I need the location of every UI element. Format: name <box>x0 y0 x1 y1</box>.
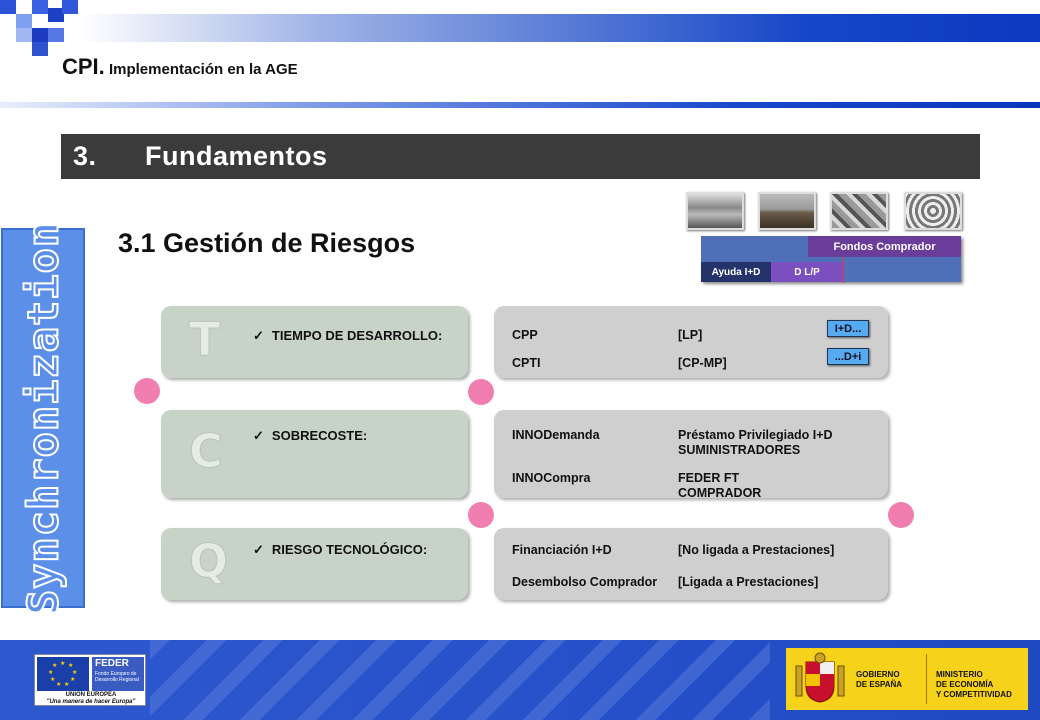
header-title: CPI. Implementación en la AGE <box>62 54 298 80</box>
risk-check-quality: ✓ RIESGO TECNOLÓGICO: <box>253 542 427 558</box>
connector-dot <box>468 502 494 528</box>
photo-building <box>686 192 744 230</box>
ministerio-line-3: Y COMPETITIVIDAD <box>936 690 1012 699</box>
gobierno-logo: GOBIERNO DE ESPAÑA MINISTERIO DE ECONOMÍ… <box>786 648 1028 710</box>
eu-flag-icon: ★ ★ ★ ★ ★ ★ ★ ★ ★ <box>37 657 89 691</box>
synchronization-sidebar: Synchronization <box>1 220 85 616</box>
section-title: Fundamentos <box>145 141 328 171</box>
eu-union-label: UNIÓN EUROPEA <box>65 692 117 698</box>
gobierno-divider <box>926 654 927 704</box>
eu-feder-logo: ★ ★ ★ ★ ★ ★ ★ ★ ★ FEDER Fondo Europeo de… <box>34 654 146 706</box>
detail-value: [CP-MP] <box>678 356 727 370</box>
risk-check-time: ✓ TIEMPO DE DESARROLLO: <box>253 328 442 344</box>
detail-name: CPP <box>512 328 538 342</box>
detail-name: INNOCompra <box>512 471 591 485</box>
header-title-small: Implementación en la AGE <box>108 61 298 78</box>
gobierno-line-1: GOBIERNO <box>856 670 900 679</box>
detail-name: CPTI <box>512 356 541 370</box>
photo-machinery <box>830 192 888 230</box>
checkmark-icon: ✓ <box>253 328 264 343</box>
photo-structure <box>904 192 962 230</box>
section-bar: 3. Fundamentos <box>61 134 980 179</box>
detail-value: [No ligada a Prestaciones] <box>678 543 835 557</box>
risk-letter-t: T <box>188 312 221 367</box>
funding-marker <box>843 257 844 283</box>
risk-card-quality: Q ✓ RIESGO TECNOLÓGICO: <box>161 528 468 600</box>
funding-dlp-label: D L/P <box>771 262 843 282</box>
detail-value: Préstamo Privilegiado I+D <box>678 428 833 442</box>
risk-check-label: TIEMPO DE DESARROLLO: <box>271 328 443 343</box>
detail-name: Financiación I+D <box>512 543 612 557</box>
footer-pattern <box>150 640 770 720</box>
synchronization-label: Synchronization <box>18 220 69 616</box>
slide: CPI. Implementación en la AGE 3. Fundame… <box>0 0 1040 720</box>
risk-card-time: T ✓ TIEMPO DE DESARROLLO: <box>161 306 468 378</box>
checkmark-icon: ✓ <box>253 428 264 443</box>
photo-observatory <box>758 192 816 230</box>
feder-title: FEDER <box>95 658 129 669</box>
risk-check-label: RIESGO TECNOLÓGICO: <box>271 542 428 557</box>
detail-card-quality: Financiación I+D [No ligada a Prestacion… <box>494 528 888 600</box>
detail-value-2: SUMINISTRADORES <box>678 443 801 457</box>
ministerio-line-2: DE ECONOMÍA <box>936 680 994 689</box>
feder-subtitle: Fondo Europeo de Desarrollo Regional <box>95 671 139 683</box>
detail-value-2: COMPRADOR <box>678 486 762 500</box>
detail-value: FEDER FT <box>678 471 740 485</box>
detail-card-time: CPP [LP] CPTI [CP-MP] <box>494 306 888 378</box>
eu-motto: "Una manera de hacer Europa" <box>46 699 136 705</box>
header-divider <box>0 102 1040 108</box>
gobierno-line-2: DE ESPAÑA <box>856 680 903 689</box>
tag-d-i: ...D+i <box>827 348 869 365</box>
connector-dot <box>468 379 494 405</box>
connector-dot <box>134 378 160 404</box>
detail-name: Desembolso Comprador <box>512 575 658 589</box>
risk-check-cost: ✓ SOBRECOSTE: <box>253 428 367 444</box>
spain-coat-of-arms-icon <box>794 652 846 706</box>
detail-value: [Ligada a Prestaciones] <box>678 575 819 589</box>
ministerio-line-1: MINISTERIO <box>936 670 983 679</box>
risk-check-label: SOBRECOSTE: <box>271 428 368 443</box>
funding-comprador-label: Fondos Comprador <box>808 236 961 257</box>
connector-dot <box>888 502 914 528</box>
risk-letter-c: C <box>189 424 224 479</box>
risk-letter-q: Q <box>188 534 229 589</box>
section-number: 3. <box>73 141 97 171</box>
header-title-big: CPI. <box>62 54 105 79</box>
funding-chart: Fondos Comprador Ayuda I+D D L/P <box>701 236 961 283</box>
checkmark-icon: ✓ <box>253 542 264 557</box>
detail-value: [LP] <box>678 328 703 342</box>
header-bar <box>80 14 1040 42</box>
tag-i-d: I+D... <box>827 320 869 337</box>
risk-card-cost: C ✓ SOBRECOSTE: <box>161 410 468 498</box>
logo-squares <box>0 0 80 60</box>
subsection-title: 3.1 Gestión de Riesgos <box>118 228 416 258</box>
detail-name: INNODemanda <box>512 428 600 442</box>
feder-block: FEDER Fondo Europeo de Desarrollo Region… <box>92 657 144 691</box>
detail-card-cost: INNODemanda Préstamo Privilegiado I+D SU… <box>494 410 888 500</box>
funding-ayuda-label: Ayuda I+D <box>701 262 771 282</box>
